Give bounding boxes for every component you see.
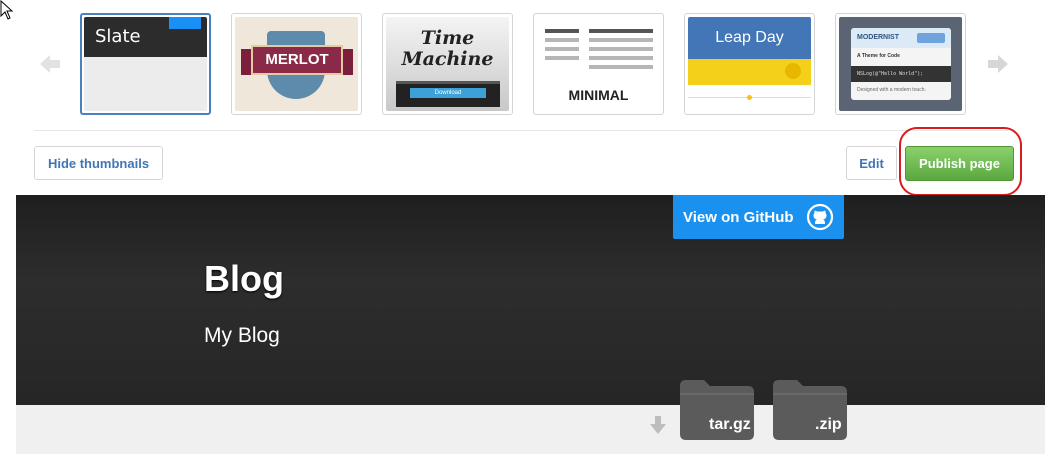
preview-subtitle: My Blog [204,324,280,347]
minimal-content-bar [589,29,653,33]
minimal-side-bar [545,38,579,42]
theme-label-leap-day: Leap Day [715,29,784,46]
minimal-content-bar [589,47,653,51]
leap-day-github-icon [785,63,801,79]
time-machine-download-button: Download [410,88,486,98]
theme-thumbnail-leap-day[interactable]: Leap Day [684,13,815,115]
publish-highlight-annotation [899,127,1022,196]
theme-thumbnail-time-machine[interactable]: Time Machine Download [382,13,513,115]
page-preview [16,195,1045,454]
theme-label-slate: Slate [95,26,141,47]
slate-body [84,57,207,111]
cursor-arrow-icon [0,0,14,20]
theme-thumbnail-minimal[interactable]: MINIMAL [533,13,664,115]
arrow-left-icon[interactable] [38,52,62,76]
minimal-heading-bar [545,29,579,33]
download-tar-gz-label[interactable]: tar.gz [709,416,751,434]
minimal-side-bar [545,56,579,60]
modernist-subtitle: A Theme for Code [857,53,900,59]
theme-label-time-machine-line1: Time [420,27,475,49]
thumbnail-divider [34,130,1008,131]
modernist-code-sample: NSLog(@"Hello World"); [851,66,951,82]
theme-thumbnail-merlot[interactable]: MERLOT [231,13,362,115]
leap-day-dot [747,95,752,100]
theme-label-merlot: MERLOT [265,51,329,68]
modernist-header-button [917,33,945,43]
edit-button[interactable]: Edit [846,146,897,180]
minimal-content-bar [589,38,653,42]
theme-label-modernist: MODERNIST [857,34,899,41]
preview-title: Blog [204,258,284,299]
minimal-side-bar [545,47,579,51]
preview-header [16,195,1045,405]
download-zip-label[interactable]: .zip [815,416,842,434]
modernist-footer: Designed with a modern touch. [857,87,926,93]
theme-label-time-machine-line2: Machine [401,48,494,70]
hide-thumbnails-button[interactable]: Hide thumbnails [34,146,163,180]
view-on-github-label: View on GitHub [683,208,794,226]
minimal-content-bar [589,56,653,60]
theme-thumbnail-modernist[interactable]: MODERNIST A Theme for Code NSLog(@"Hello… [835,13,966,115]
minimal-content-bar [589,65,653,69]
theme-thumbnail-slate[interactable]: Slate [80,13,211,115]
slate-accent-block [169,17,201,29]
preview-downloads-bar [16,405,1045,454]
arrow-down-icon [650,416,666,434]
arrow-right-icon[interactable] [986,52,1010,76]
github-octocat-icon [806,203,834,231]
theme-label-minimal: MINIMAL [568,87,629,103]
